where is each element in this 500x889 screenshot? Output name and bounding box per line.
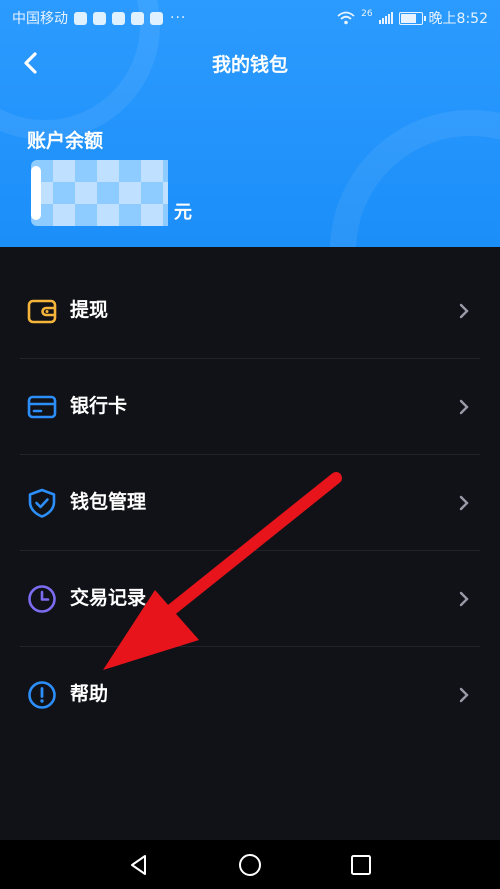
card-icon bbox=[27, 395, 57, 419]
shield-check-icon bbox=[28, 488, 56, 518]
more-notifications-icon: ··· bbox=[170, 10, 187, 26]
menu-item-label: 银行卡 bbox=[70, 395, 128, 417]
chevron-right-icon bbox=[459, 303, 469, 319]
page-title: 我的钱包 bbox=[211, 54, 288, 76]
app-notification-icon bbox=[74, 11, 87, 25]
menu-item-label: 提现 bbox=[70, 299, 109, 321]
nav-bar: 我的钱包 bbox=[0, 40, 500, 86]
clock-icon bbox=[28, 585, 56, 613]
menu-item-wallet-management[interactable]: 钱包管理 bbox=[0, 455, 500, 551]
status-bar: 中国移动 ··· 26 晚上8:52 bbox=[0, 0, 500, 34]
balance-unit: 元 bbox=[174, 202, 192, 223]
signal-icon bbox=[378, 12, 393, 24]
app-notification-icon bbox=[93, 11, 106, 25]
balance-row: 元 bbox=[31, 160, 192, 226]
menu-item-label: 交易记录 bbox=[70, 587, 147, 609]
battery-icon bbox=[398, 11, 426, 25]
chevron-right-icon bbox=[459, 495, 469, 511]
menu-item-help[interactable]: 帮助 bbox=[0, 647, 500, 743]
app-notification-icon bbox=[150, 11, 163, 25]
wallet-icon bbox=[27, 299, 57, 324]
chevron-right-icon bbox=[459, 399, 469, 415]
system-nav-bar bbox=[0, 840, 500, 889]
balance-label: 账户余额 bbox=[27, 130, 104, 152]
info-icon bbox=[28, 681, 56, 709]
wallet-header: 中国移动 ··· 26 晚上8:52 我的钱包 账户余额 元 bbox=[0, 0, 500, 247]
app-notification-icon bbox=[112, 11, 125, 25]
balance-value-pixelated bbox=[31, 160, 168, 226]
carrier-name: 中国移动 bbox=[12, 11, 68, 27]
chevron-right-icon bbox=[459, 591, 469, 607]
network-type: 26 bbox=[361, 9, 373, 19]
home-circle-icon[interactable] bbox=[237, 852, 263, 878]
menu-item-bank-card[interactable]: 银行卡 bbox=[0, 359, 500, 455]
recents-square-icon[interactable] bbox=[348, 852, 374, 878]
menu-item-withdraw[interactable]: 提现 bbox=[0, 263, 500, 359]
wallet-menu: 提现 银行卡 钱包管理 交易记录 帮助 bbox=[0, 263, 500, 743]
back-triangle-icon[interactable] bbox=[126, 852, 152, 878]
tiktok-notification-icon bbox=[131, 11, 144, 25]
clock-time: 晚上8:52 bbox=[428, 11, 488, 27]
header-decoration bbox=[330, 110, 500, 247]
menu-item-label: 钱包管理 bbox=[70, 491, 147, 513]
menu-item-label: 帮助 bbox=[70, 683, 109, 705]
chevron-right-icon bbox=[459, 687, 469, 703]
wifi-icon bbox=[337, 11, 355, 25]
menu-item-transactions[interactable]: 交易记录 bbox=[0, 551, 500, 647]
